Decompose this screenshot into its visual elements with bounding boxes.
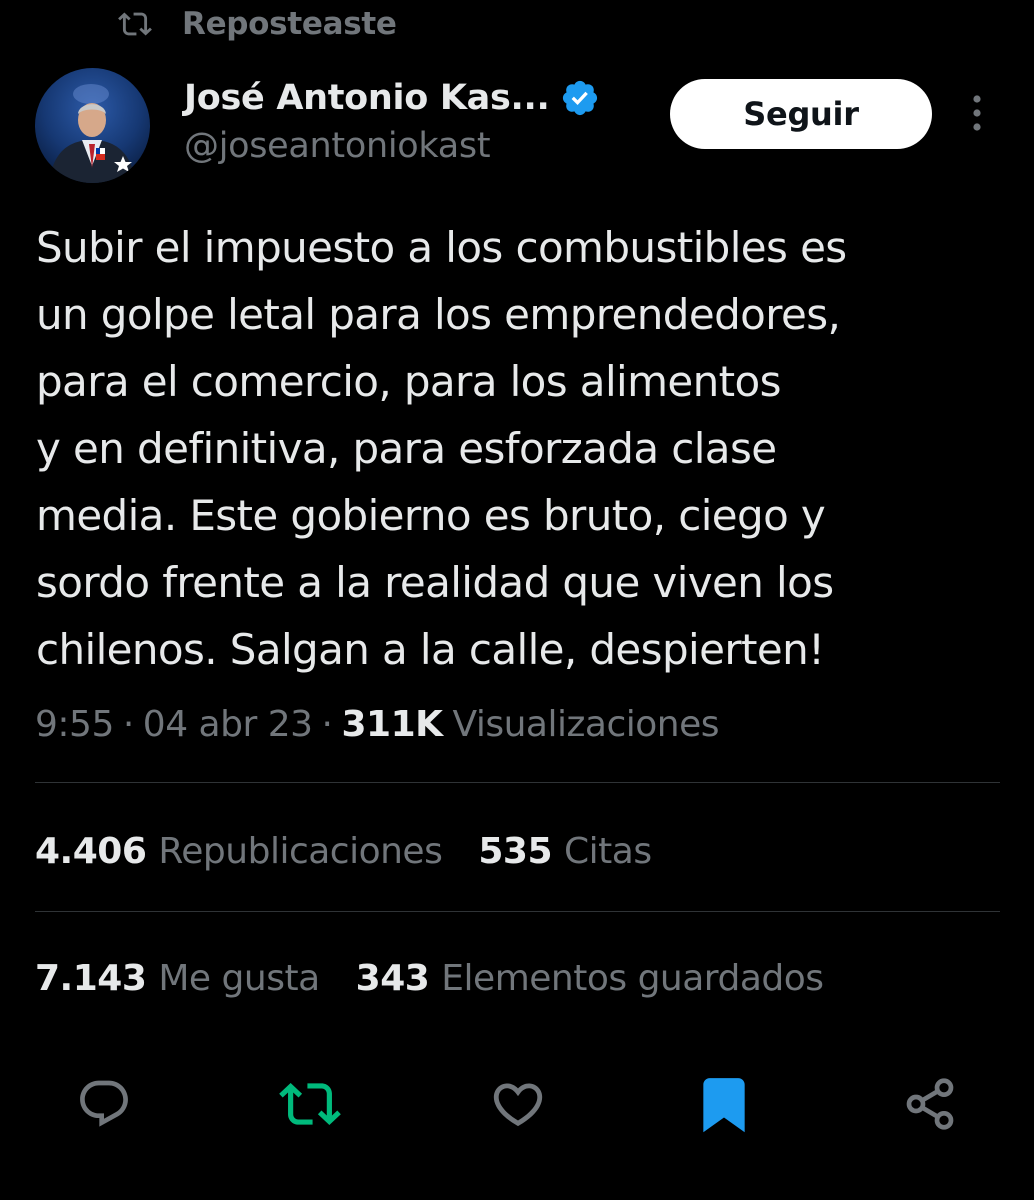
quotes-label[interactable]: Citas — [564, 831, 652, 872]
views-label[interactable]: Visualizaciones — [453, 704, 720, 745]
likes-count[interactable]: 7.143 — [35, 958, 147, 999]
tweet-time[interactable]: 9:55 — [35, 704, 114, 745]
share-icon — [902, 1076, 958, 1136]
heart-icon — [489, 1075, 547, 1137]
meta-separator: · — [321, 703, 333, 745]
bookmark-icon — [693, 1073, 755, 1139]
reposts-count[interactable]: 4.406 — [35, 831, 147, 872]
reply-button[interactable] — [72, 1074, 136, 1138]
author-display-name[interactable]: José Antonio Kas... — [184, 78, 550, 118]
quotes-count[interactable]: 535 — [478, 831, 552, 872]
repost-icon — [118, 6, 154, 42]
tweet-actions — [0, 1070, 1034, 1146]
divider — [35, 911, 1000, 912]
stats-row-likes: 7.143 Me gusta 343 Elementos guardados — [35, 950, 860, 1006]
repost-banner: Reposteaste — [118, 2, 397, 46]
author-name-row[interactable]: José Antonio Kas... — [184, 74, 600, 122]
tweet-date[interactable]: 04 abr 23 — [143, 704, 313, 745]
bookmarks-count[interactable]: 343 — [356, 958, 430, 999]
meta-separator: · — [122, 703, 134, 745]
tweet-text: Subir el impuesto a los combustibles es … — [36, 223, 847, 674]
reply-icon — [76, 1076, 132, 1136]
views-count[interactable]: 311K — [341, 704, 443, 745]
repost-button[interactable] — [278, 1074, 342, 1138]
likes-label[interactable]: Me gusta — [158, 958, 320, 999]
follow-button[interactable]: Seguir — [670, 79, 932, 149]
reposts-label[interactable]: Republicaciones — [158, 831, 442, 872]
bookmark-button[interactable] — [692, 1074, 756, 1138]
repost-banner-label: Reposteaste — [182, 6, 397, 42]
more-options-button[interactable] — [962, 93, 992, 137]
share-button[interactable] — [898, 1074, 962, 1138]
repost-icon — [279, 1073, 341, 1139]
divider — [35, 782, 1000, 783]
author-handle[interactable]: @joseantoniokast — [184, 126, 491, 166]
stats-row-reposts: 4.406 Republicaciones 535 Citas — [35, 823, 688, 879]
like-button[interactable] — [486, 1074, 550, 1138]
bookmarks-label[interactable]: Elementos guardados — [441, 958, 824, 999]
tweet-meta: 9:55 · 04 abr 23 · 311K Visualizaciones — [35, 696, 720, 752]
more-vertical-icon — [971, 93, 983, 137]
avatar[interactable] — [35, 68, 150, 183]
verified-badge-icon — [560, 78, 600, 118]
